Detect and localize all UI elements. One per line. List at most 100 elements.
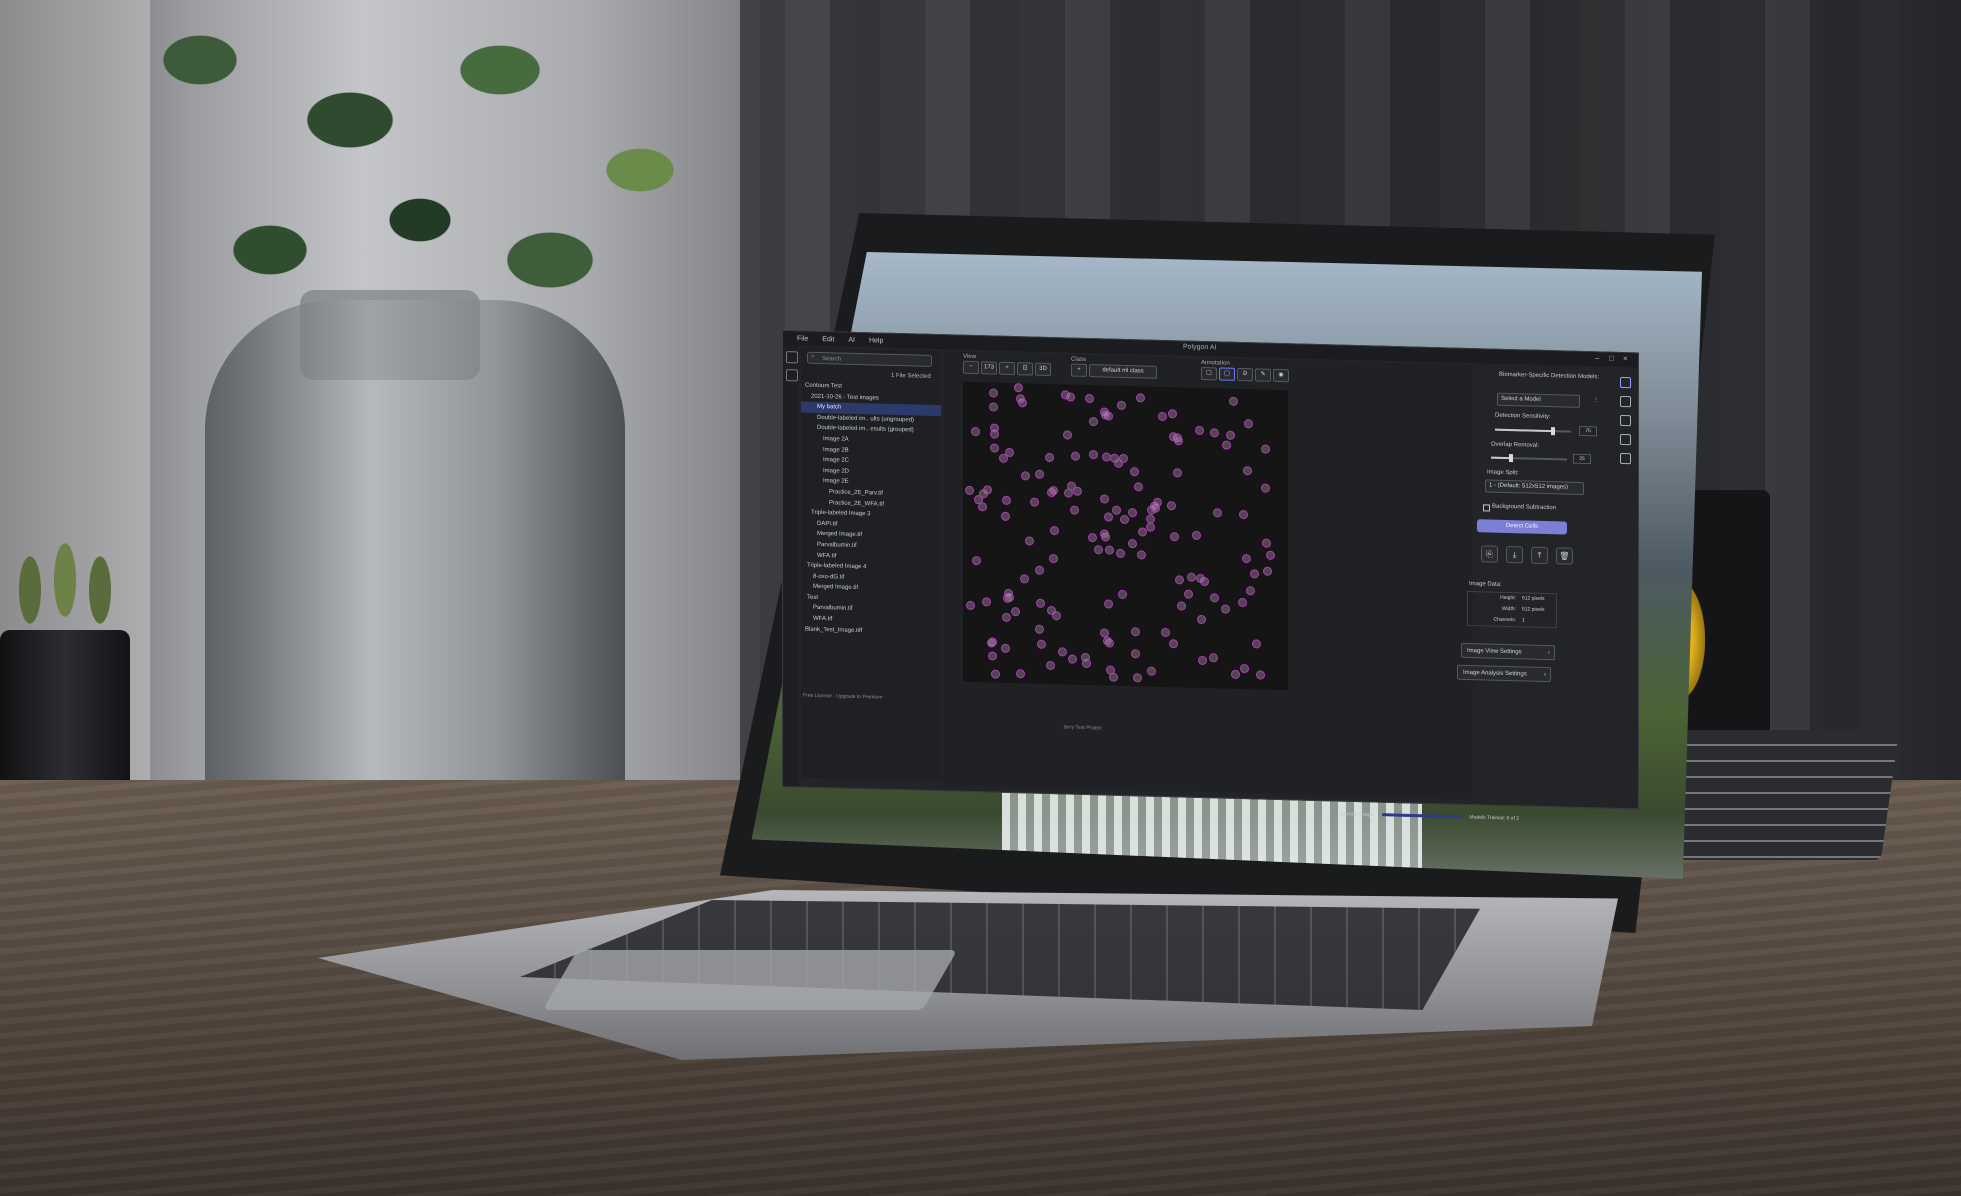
delete-icon[interactable]: 🗑	[1556, 547, 1573, 565]
class-select[interactable]: default ml class	[1089, 364, 1157, 379]
cell-marker	[1021, 471, 1030, 481]
search-input[interactable]: Search	[807, 351, 932, 367]
cell-marker	[1262, 538, 1271, 548]
cell-marker	[1105, 545, 1114, 555]
cell-marker	[971, 426, 980, 437]
cell-marker	[1016, 669, 1025, 679]
cell-marker	[1085, 393, 1094, 404]
add-class-button[interactable]: +	[1071, 363, 1087, 377]
detect-cells-button[interactable]: Detect Cells	[1477, 519, 1567, 535]
succulent-plant	[0, 510, 130, 650]
upload-icon[interactable]: ⤒	[1531, 546, 1548, 565]
3d-view-icon[interactable]: 3D	[1035, 362, 1052, 377]
tree-item[interactable]: Blank_Test_Image.tiff	[801, 624, 941, 638]
filter-icon[interactable]	[1620, 452, 1631, 465]
app-title: Polygon AI	[1183, 343, 1217, 352]
annotation-group: Annotation ▢ ◯ ᘐ ✎ ◉	[1201, 360, 1289, 386]
cell-marker	[974, 495, 983, 505]
image-view-settings-button[interactable]: Image View Settings ‹	[1461, 642, 1555, 661]
lasso-tool-icon[interactable]: ᘐ	[1237, 367, 1253, 382]
more-options-icon[interactable]: ⋮	[1593, 396, 1599, 403]
sensitivity-value[interactable]: 75	[1579, 425, 1597, 437]
fit-view-icon[interactable]: ⊡	[1017, 362, 1034, 376]
cell-marker	[1016, 394, 1025, 404]
cell-marker	[1118, 589, 1127, 600]
cell-marker	[1011, 606, 1020, 617]
sensitivity-label: Detection Sensitivity:	[1495, 412, 1551, 421]
split-select[interactable]: 1 - (Default: 512x512 images)	[1485, 479, 1584, 496]
cell-marker	[1240, 663, 1249, 674]
cell-marker	[1004, 588, 1013, 599]
menu-ai[interactable]: AI	[848, 336, 855, 343]
chevron-left-icon: ‹	[1548, 650, 1550, 657]
rectangle-tool-icon[interactable]: ▢	[1201, 366, 1217, 381]
cell-marker	[1094, 545, 1103, 555]
cell-marker	[982, 597, 991, 607]
selected-count: 1 File Selected	[891, 372, 931, 380]
cell-marker	[1168, 409, 1177, 419]
microscopy-image[interactable]	[963, 381, 1288, 691]
cell-marker	[1037, 639, 1046, 649]
cell-marker	[1197, 614, 1206, 625]
zoom-value[interactable]: 173	[981, 361, 998, 375]
cell-marker	[1001, 511, 1010, 521]
cell-marker	[1112, 505, 1121, 515]
cell-marker	[1058, 647, 1067, 657]
cell-marker	[1131, 649, 1140, 659]
cell-marker	[1089, 417, 1098, 427]
analysis-panel: Biomarker-Specific Detection Models: Sel…	[1457, 365, 1615, 803]
cell-marker	[1002, 495, 1011, 505]
sensitivity-slider[interactable]	[1495, 427, 1571, 436]
maximize-icon[interactable]: □	[1609, 354, 1614, 363]
cell-marker	[990, 443, 999, 453]
save-icon[interactable]: ⎘	[1481, 545, 1498, 563]
projects-icon[interactable]	[786, 369, 798, 382]
cell-marker	[1100, 494, 1109, 504]
zoom-out-button[interactable]: −	[963, 360, 979, 375]
close-icon[interactable]: ×	[1623, 354, 1628, 363]
cell-marker	[1221, 604, 1230, 614]
menu-edit[interactable]: Edit	[822, 336, 834, 343]
storage-label: Storage Usage:	[1340, 811, 1375, 818]
shapes-icon[interactable]	[1620, 414, 1631, 427]
cell-marker	[1036, 598, 1045, 608]
files-icon[interactable]	[786, 351, 798, 364]
model-select[interactable]: Select a Model	[1497, 392, 1580, 408]
cell-marker	[1035, 469, 1044, 479]
search-icon: ⌕	[811, 352, 815, 360]
cell-marker	[1089, 450, 1098, 460]
cell-marker	[1158, 411, 1167, 422]
image-analysis-settings-button[interactable]: Image Analysis Settings ‹	[1457, 664, 1551, 683]
cell-marker	[1070, 505, 1079, 515]
cell-marker	[1246, 586, 1255, 596]
cell-marker	[1192, 530, 1201, 540]
cell-marker	[1020, 574, 1029, 584]
cell-marker	[1068, 654, 1077, 664]
cell-marker	[1050, 526, 1059, 536]
ai-tool-icon[interactable]: ◉	[1273, 368, 1289, 383]
bg-subtraction-checkbox[interactable]	[1483, 504, 1490, 512]
zoom-in-button[interactable]: +	[999, 361, 1016, 376]
transform-icon[interactable]	[1620, 433, 1631, 446]
cell-marker	[1120, 514, 1129, 525]
cell-marker	[1198, 655, 1207, 666]
download-icon[interactable]: ⤓	[1506, 545, 1523, 564]
menu-file[interactable]: File	[797, 335, 808, 342]
cell-marker	[1030, 497, 1039, 507]
menu-help[interactable]: Help	[869, 337, 883, 344]
ellipse-tool-icon[interactable]: ◯	[1219, 367, 1235, 381]
project-name: Jerry Test Project	[1063, 724, 1102, 732]
minimize-icon[interactable]: –	[1595, 353, 1599, 362]
cell-marker	[1071, 451, 1080, 461]
cell-marker	[1101, 410, 1110, 420]
overlap-slider[interactable]	[1491, 454, 1567, 463]
image-viewer: View − 173 + ⊡ 3D Class + default ml cla…	[803, 351, 1473, 800]
cell-marker	[987, 638, 996, 648]
cell-marker	[989, 402, 998, 412]
settings-gear-icon[interactable]	[1620, 395, 1631, 408]
overlap-value[interactable]: 25	[1573, 453, 1591, 465]
cell-marker	[1130, 467, 1139, 477]
cell-marker	[1046, 660, 1055, 671]
detect-tool-icon[interactable]	[1620, 376, 1631, 389]
brush-tool-icon[interactable]: ✎	[1255, 368, 1271, 382]
